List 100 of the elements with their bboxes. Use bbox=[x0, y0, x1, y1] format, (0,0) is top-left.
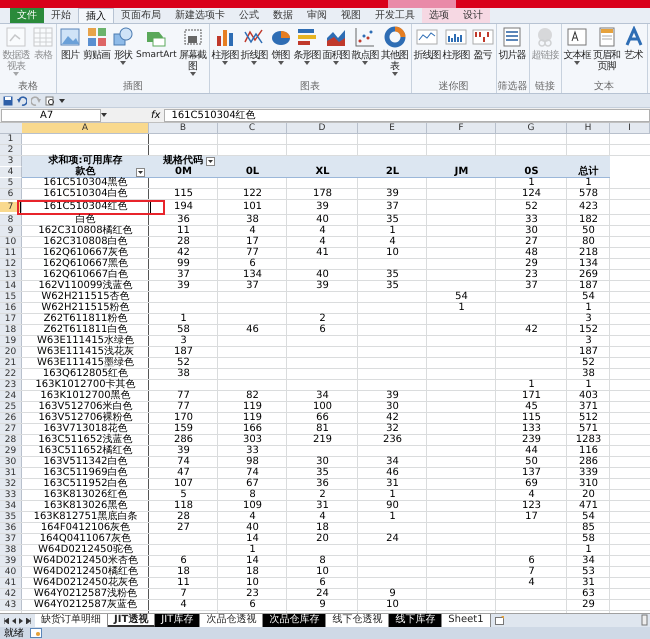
ribbon-tab[interactable]: 设计 bbox=[456, 8, 490, 23]
ribbon-button[interactable]: SmartArt bbox=[135, 26, 178, 61]
column-header[interactable]: E bbox=[358, 123, 427, 133]
column-header[interactable]: I bbox=[610, 123, 650, 133]
column-header[interactable]: H bbox=[567, 123, 610, 133]
ribbon-button[interactable]: 面积图 bbox=[322, 26, 351, 65]
row-header[interactable]: 16 bbox=[0, 303, 22, 313]
row-header[interactable]: 15 bbox=[0, 292, 22, 302]
first-sheet-icon[interactable] bbox=[4, 618, 9, 624]
row-header[interactable]: 41 bbox=[0, 578, 22, 588]
caret-icon[interactable] bbox=[101, 113, 107, 117]
ribbon-button[interactable]: 其他图表 bbox=[380, 26, 410, 76]
row-header[interactable]: 6 bbox=[0, 189, 22, 199]
row-header[interactable]: 38 bbox=[0, 545, 22, 555]
row-header[interactable]: 37 bbox=[0, 534, 22, 544]
ribbon-button[interactable]: 艺术 bbox=[622, 26, 646, 61]
row-header[interactable]: 17 bbox=[0, 314, 22, 324]
row-header[interactable]: 22 bbox=[0, 369, 22, 379]
ribbon-button[interactable]: 盈亏 bbox=[470, 26, 495, 61]
name-box[interactable]: A7 bbox=[1, 108, 101, 122]
row-header[interactable]: 9 bbox=[0, 226, 22, 236]
last-sheet-icon[interactable] bbox=[26, 618, 31, 624]
filter-dropdown-icon[interactable] bbox=[206, 156, 215, 166]
ribbon-button[interactable]: 条形图 bbox=[292, 26, 322, 65]
row-header[interactable]: 26 bbox=[0, 413, 22, 423]
ribbon-button[interactable]: 文本框 bbox=[562, 26, 592, 65]
ribbon-tab[interactable]: 开始 bbox=[44, 8, 78, 23]
row-header[interactable]: 2 bbox=[0, 145, 22, 155]
ribbon-button[interactable]: 折线图 bbox=[412, 26, 442, 61]
ribbon-tab[interactable]: 插入 bbox=[78, 8, 114, 23]
column-header[interactable]: F bbox=[427, 123, 496, 133]
ribbon-tab[interactable]: 审阅 bbox=[300, 8, 334, 23]
ribbon-button[interactable]: 切片器 bbox=[498, 26, 527, 61]
row-header[interactable]: 32 bbox=[0, 479, 22, 489]
row-header[interactable]: 33 bbox=[0, 490, 22, 500]
row-header[interactable]: 36 bbox=[0, 523, 22, 533]
ribbon-button[interactable]: 散点图 bbox=[350, 26, 380, 65]
sheet-tab[interactable]: 次品仓透视 bbox=[200, 614, 264, 627]
ribbon-button[interactable]: 剪贴画 bbox=[82, 26, 111, 61]
ribbon-tab[interactable]: 公式 bbox=[232, 8, 266, 23]
macro-record-icon[interactable] bbox=[30, 628, 42, 638]
row-header[interactable]: 14 bbox=[0, 281, 22, 291]
row-header[interactable]: 40 bbox=[0, 567, 22, 577]
ribbon-tab[interactable]: 页面布局 bbox=[114, 8, 168, 23]
row-header[interactable]: 29 bbox=[0, 446, 22, 456]
column-header[interactable]: A bbox=[22, 123, 149, 133]
row-header[interactable]: 39 bbox=[0, 556, 22, 566]
row-header[interactable]: 4 bbox=[0, 167, 22, 177]
sheet-tab[interactable]: 缺货订单明细 bbox=[35, 614, 108, 627]
row-header[interactable]: 25 bbox=[0, 402, 22, 412]
row-header[interactable]: 42 bbox=[0, 589, 22, 599]
filter-dropdown-icon[interactable] bbox=[136, 168, 145, 177]
undo-icon[interactable] bbox=[17, 96, 27, 106]
ribbon-tab[interactable]: 视图 bbox=[334, 8, 368, 23]
row-header[interactable]: 20 bbox=[0, 347, 22, 357]
sheet-tab[interactable]: Sheet1 bbox=[442, 614, 491, 627]
ribbon-button[interactable]: 饼图 bbox=[268, 26, 293, 65]
row-header[interactable]: 8 bbox=[0, 215, 22, 225]
sheet-tab[interactable]: 次品仓库存 bbox=[263, 614, 326, 627]
column-header[interactable]: C bbox=[218, 123, 287, 133]
row-header[interactable]: 35 bbox=[0, 512, 22, 522]
ribbon-button[interactable]: 图片 bbox=[58, 26, 82, 61]
ribbon-tab[interactable]: 选项 bbox=[422, 8, 456, 23]
row-header[interactable]: 11 bbox=[0, 248, 22, 258]
row-header[interactable]: 24 bbox=[0, 391, 22, 401]
insert-sheet-icon[interactable] bbox=[494, 616, 505, 625]
row-header[interactable]: 1 bbox=[0, 134, 22, 144]
previous-sheet-icon[interactable] bbox=[12, 618, 16, 624]
ribbon-button[interactable]: 页眉和页脚 bbox=[592, 26, 622, 72]
row-header[interactable]: 31 bbox=[0, 468, 22, 478]
column-header[interactable]: B bbox=[149, 123, 218, 133]
row-header[interactable]: 43 bbox=[0, 600, 22, 610]
ribbon-tab[interactable]: 新建选项卡 bbox=[168, 8, 232, 23]
row-header[interactable]: 10 bbox=[0, 237, 22, 247]
sheet-tab[interactable]: 线下仓透视 bbox=[326, 614, 390, 627]
row-header[interactable]: 18 bbox=[0, 325, 22, 335]
row-header[interactable]: 12 bbox=[0, 259, 22, 269]
row-header[interactable]: 34 bbox=[0, 501, 22, 511]
row-header[interactable]: 13 bbox=[0, 270, 22, 280]
row-header[interactable]: 28 bbox=[0, 435, 22, 445]
print-preview-icon[interactable] bbox=[45, 96, 55, 106]
scroll-handle-icon[interactable] bbox=[640, 614, 650, 626]
ribbon-button[interactable]: 柱形图 bbox=[210, 26, 240, 65]
ribbon-button[interactable]: 折线图 bbox=[240, 26, 269, 65]
ribbon-button[interactable]: 形状 bbox=[111, 26, 135, 65]
function-button[interactable]: fx bbox=[147, 108, 164, 122]
ribbon-tab[interactable]: 数据 bbox=[266, 8, 300, 23]
sheet-tab[interactable]: 线下库存 bbox=[389, 614, 442, 627]
row-header[interactable]: 23 bbox=[0, 380, 22, 390]
row-header[interactable]: 21 bbox=[0, 358, 22, 368]
row-header[interactable]: 3 bbox=[0, 156, 22, 166]
ribbon-tab[interactable]: 文件 bbox=[10, 8, 44, 23]
next-sheet-icon[interactable] bbox=[19, 618, 23, 624]
column-header[interactable]: D bbox=[287, 123, 358, 133]
ribbon-tab[interactable]: 开发工具 bbox=[368, 8, 422, 23]
row-header[interactable]: 30 bbox=[0, 457, 22, 467]
save-icon[interactable] bbox=[3, 96, 13, 106]
sheet-tab[interactable]: JIT透视 bbox=[108, 614, 156, 627]
ribbon-button[interactable]: 屏幕截图 bbox=[178, 26, 208, 76]
sheet-tab[interactable]: JIT库存 bbox=[155, 614, 200, 627]
